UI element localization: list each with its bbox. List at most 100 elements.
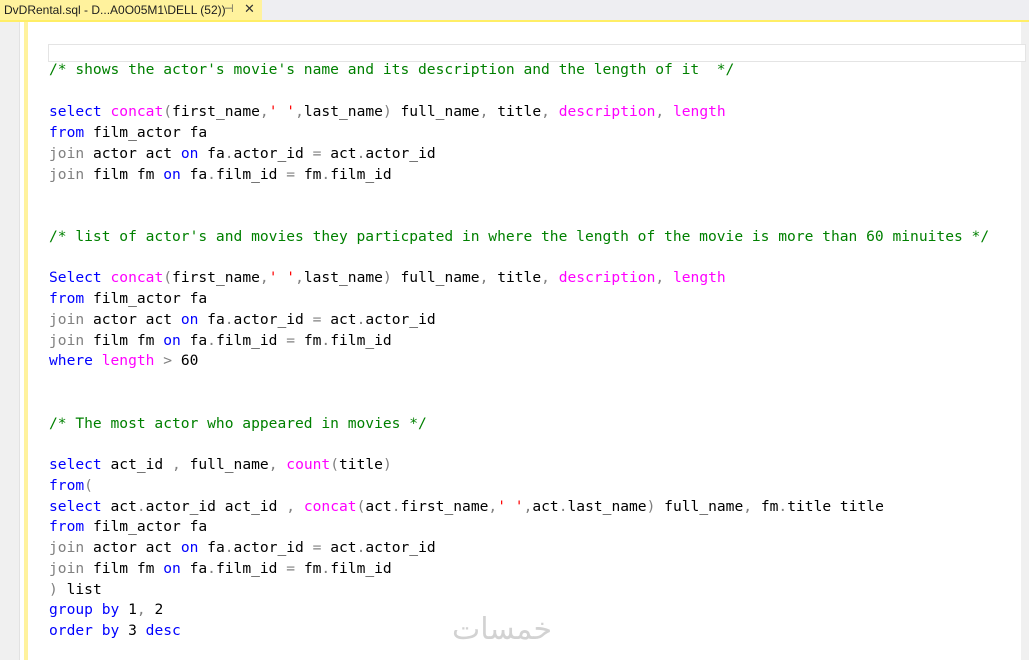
code-token: first_name <box>400 498 489 515</box>
code-line: join film fm on fa.film_id = fm.film_id <box>49 331 392 351</box>
code-line: select act_id , full_name, count(title) <box>49 455 392 475</box>
code-token: actor act <box>84 311 181 328</box>
code-token: , <box>488 498 498 515</box>
editor-margin <box>0 22 20 660</box>
code-token: ( <box>330 456 340 473</box>
code-token: > <box>163 352 173 369</box>
code-token: ) <box>382 456 392 473</box>
watermark-logo: خمسات <box>452 612 553 647</box>
code-token: fa <box>198 311 225 328</box>
code-token: fa <box>180 332 208 349</box>
code-token: ( <box>84 477 93 494</box>
code-line: from film_actor fa <box>49 123 207 143</box>
code-token: = <box>286 166 296 183</box>
code-line: join actor act on fa.actor_id = act.acto… <box>49 310 436 330</box>
code-token: ( <box>163 269 173 286</box>
code-line: select concat(first_name,' ',last_name) … <box>49 102 726 122</box>
code-token: title <box>339 456 383 473</box>
code-token: ) <box>382 269 392 286</box>
code-token: , <box>541 269 550 286</box>
code-token: on <box>180 539 199 556</box>
code-token: ' ' <box>497 498 524 515</box>
close-icon[interactable]: ✕ <box>244 1 255 17</box>
code-token: /* shows the actor's movie's name and it… <box>49 61 735 78</box>
code-token: /* list of actor's and movies they parti… <box>49 228 990 245</box>
tab-title: DvDRental.sql - D...A0O05M1\DELL (52)) <box>4 3 226 17</box>
code-line: join actor act on fa.actor_id = act.acto… <box>49 538 436 558</box>
sql-code-editor[interactable]: /* shows the actor's movie's name and it… <box>48 44 1026 660</box>
code-token: . <box>224 539 234 556</box>
code-token: actor_id <box>365 539 436 556</box>
code-token: actor_id <box>233 145 313 162</box>
code-token: join <box>49 311 85 328</box>
code-token: film fm <box>84 560 164 577</box>
code-token: on <box>163 332 181 349</box>
code-token: film_id <box>330 332 392 349</box>
code-token: 1 <box>119 601 137 618</box>
code-token: . <box>136 498 146 515</box>
code-token: film_id <box>330 166 392 183</box>
code-token: , <box>655 269 665 286</box>
code-token: ( <box>163 103 173 120</box>
code-token: from <box>49 290 85 307</box>
code-token: act <box>101 498 137 515</box>
code-token: film_id <box>215 166 287 183</box>
code-token: fa <box>180 560 208 577</box>
code-line: join film fm on fa.film_id = fm.film_id <box>49 559 392 579</box>
code-token: actor_id <box>365 145 436 162</box>
code-token: list <box>57 581 102 598</box>
code-token: 60 <box>172 352 199 369</box>
code-token: last_name <box>303 103 383 120</box>
vertical-scrollbar[interactable] <box>1021 22 1029 660</box>
code-token: length <box>672 103 726 120</box>
code-token: first_name <box>172 103 260 120</box>
code-token: order <box>49 622 93 639</box>
code-token: act <box>321 539 357 556</box>
pin-icon[interactable]: ⊣ <box>224 2 234 15</box>
code-token: , <box>259 103 269 120</box>
code-line: /* shows the actor's movie's name and it… <box>49 60 734 80</box>
code-token: film_actor fa <box>84 518 208 535</box>
code-line: join film fm on fa.film_id = fm.film_id <box>49 165 392 185</box>
code-token: film_id <box>215 560 287 577</box>
code-token: . <box>558 498 568 515</box>
code-token: 3 <box>119 622 146 639</box>
document-tab[interactable]: DvDRental.sql - D...A0O05M1\DELL (52)) ⊣… <box>0 0 262 20</box>
code-line: from( <box>49 476 93 496</box>
code-token: count <box>286 456 331 473</box>
code-token: fa <box>198 145 225 162</box>
document-tab-strip: DvDRental.sql - D...A0O05M1\DELL (52)) ⊣… <box>0 0 1029 22</box>
code-token: film_id <box>330 560 392 577</box>
code-token: actor_id <box>233 311 313 328</box>
code-token: actor_id <box>233 539 313 556</box>
code-line: from film_actor fa <box>49 517 207 537</box>
code-token: concat <box>110 103 164 120</box>
code-token: ) <box>49 581 58 598</box>
code-token: from <box>49 518 85 535</box>
code-token: desc <box>145 622 181 639</box>
code-token: where <box>49 352 93 369</box>
code-token: . <box>321 332 331 349</box>
code-line: Select concat(first_name,' ',last_name) … <box>49 268 726 288</box>
code-token: description <box>558 269 656 286</box>
code-token: , <box>286 498 296 515</box>
code-token: on <box>163 166 181 183</box>
code-token: title <box>488 103 542 120</box>
code-token: select <box>49 456 102 473</box>
code-token: title <box>488 269 542 286</box>
code-token: = <box>286 560 296 577</box>
code-token: act <box>532 498 559 515</box>
code-token: on <box>163 560 181 577</box>
code-token: . <box>778 498 788 515</box>
code-token: film_actor fa <box>84 290 208 307</box>
code-token: join <box>49 145 85 162</box>
code-token: description <box>558 103 656 120</box>
code-token: , <box>295 269 304 286</box>
code-line: /* The most actor who appeared in movies… <box>49 414 427 434</box>
